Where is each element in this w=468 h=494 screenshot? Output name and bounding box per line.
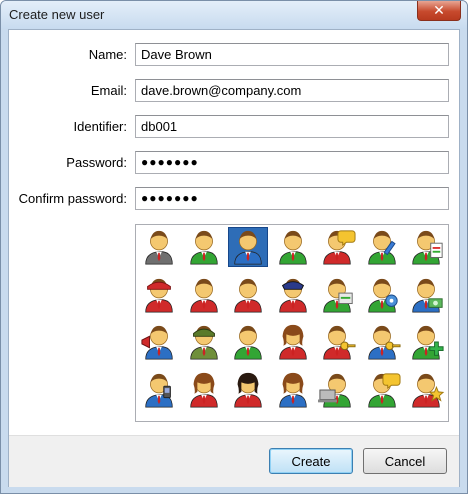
name-label: Name:: [88, 47, 127, 62]
confirm-password-field[interactable]: ●●●●●●●: [135, 187, 449, 210]
close-icon: ✕: [433, 2, 445, 19]
avatar-comment-icon[interactable]: [362, 370, 402, 410]
avatar-green-tie-icon[interactable]: [273, 227, 313, 267]
avatar-gray-icon[interactable]: [139, 227, 179, 267]
password-label: Password:: [66, 155, 127, 170]
avatar-settings-icon[interactable]: [362, 275, 402, 315]
email-label: Email:: [90, 83, 127, 98]
title-bar: Create new user ✕: [1, 1, 467, 29]
identifier-field[interactable]: db001: [135, 115, 449, 138]
avatar-green-icon[interactable]: [184, 227, 224, 267]
avatar-soldier-icon[interactable]: [184, 322, 224, 362]
avatar-blue-icon[interactable]: [228, 227, 268, 267]
dialog-title: Create new user: [9, 7, 105, 22]
create-button[interactable]: Create: [269, 448, 353, 474]
avatar-police-icon[interactable]: [273, 275, 313, 315]
dialog-body: Name: Dave Brown Email: dave.brown@compa…: [8, 29, 460, 487]
cancel-button[interactable]: Cancel: [363, 448, 447, 474]
close-button[interactable]: ✕: [417, 1, 461, 21]
avatar-key-icon[interactable]: [317, 322, 357, 362]
avatar-presenter-icon[interactable]: [317, 275, 357, 315]
avatar-money-icon[interactable]: [406, 275, 446, 315]
identifier-label: Identifier:: [73, 119, 127, 134]
avatar-edit-icon[interactable]: [362, 227, 402, 267]
avatar-woman-blue-icon[interactable]: [273, 370, 313, 410]
password-field[interactable]: ●●●●●●●: [135, 151, 449, 174]
avatar-cap-icon[interactable]: [139, 275, 179, 315]
avatar-woman-dark-icon[interactable]: [228, 370, 268, 410]
confirm-password-label: Confirm password:: [18, 191, 127, 206]
avatar-woman-icon[interactable]: [273, 322, 313, 362]
avatar-report-icon[interactable]: [406, 227, 446, 267]
avatar-picker: [135, 224, 449, 422]
avatar-megaphone-icon[interactable]: [139, 322, 179, 362]
avatar-red-icon[interactable]: [184, 275, 224, 315]
create-user-dialog: Create new user ✕ Name: Dave Brown Email…: [0, 0, 468, 494]
avatar-add-icon[interactable]: [406, 322, 446, 362]
avatar-chat-icon[interactable]: [317, 227, 357, 267]
avatar-green-2-icon[interactable]: [228, 322, 268, 362]
avatar-phone-icon[interactable]: [139, 370, 179, 410]
name-field[interactable]: Dave Brown: [135, 43, 449, 66]
avatar-red-tie-icon[interactable]: [228, 275, 268, 315]
email-field[interactable]: dave.brown@company.com: [135, 79, 449, 102]
avatar-laptop-icon[interactable]: [317, 370, 357, 410]
avatar-key-blue-icon[interactable]: [362, 322, 402, 362]
avatar-star-icon[interactable]: [406, 370, 446, 410]
avatar-woman-red-icon[interactable]: [184, 370, 224, 410]
